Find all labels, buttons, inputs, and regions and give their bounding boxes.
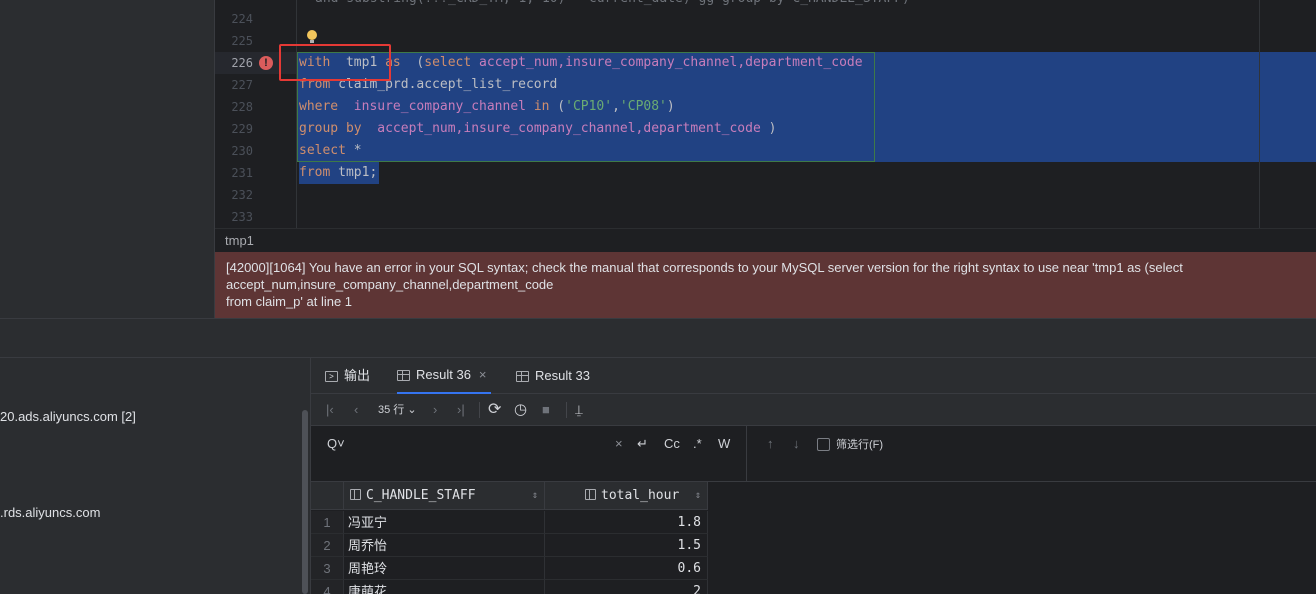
tab-result-36[interactable]: Result 36 × [397, 358, 491, 394]
table-cell[interactable]: 1.8 [545, 511, 708, 534]
filter-bar: ↑ ↓ 筛选行(F) [747, 426, 1316, 482]
match-case-button[interactable]: Cc [664, 436, 680, 451]
line-number: 228 [231, 100, 253, 114]
table-icon [397, 369, 410, 381]
table-cell[interactable]: 唐萌花 [344, 580, 545, 594]
line-number: 225 [231, 34, 253, 48]
search-bar: Q˅ × ↵ Cc .* W [311, 426, 747, 482]
last-page-icon[interactable]: ›| [457, 394, 465, 426]
column-icon [585, 489, 596, 500]
code-line-230: select * [299, 143, 362, 158]
tab-label: Result 33 [535, 368, 590, 383]
code-line-228: where insure_company_channel in ('CP10',… [299, 99, 675, 114]
console-icon: > [325, 370, 338, 382]
table-cell[interactable]: 冯亚宁 [344, 511, 545, 534]
arrow-down-icon[interactable]: ↓ [793, 436, 800, 451]
results-tabs: > 输出 Result 36 × Result 33 [311, 358, 1316, 394]
tab-result-33[interactable]: Result 33 [516, 358, 590, 394]
arrow-up-icon[interactable]: ↑ [767, 436, 774, 451]
line-gutter: 224 225 226 227 228 229 230 231 232 233 … [215, 0, 297, 228]
table-icon [516, 370, 529, 382]
prev-page-icon[interactable]: ‹ [354, 394, 358, 426]
next-page-icon[interactable]: › [433, 394, 437, 426]
panel-divider [0, 318, 1316, 358]
line-number: 229 [231, 122, 253, 136]
tab-label: Result 36 [416, 367, 471, 382]
sort-icon[interactable]: ⇕ [532, 482, 538, 510]
filter-rows-checkbox[interactable] [817, 438, 830, 451]
row-number: 3 [311, 557, 344, 580]
tab-label: 输出 [344, 368, 371, 383]
chevron-down-icon: ⌄ [407, 404, 417, 416]
lightbulb-icon[interactable] [307, 30, 317, 44]
line-number: 233 [231, 210, 253, 224]
row-count-select[interactable]: 35 行 ⌄ [378, 394, 417, 426]
breadcrumb[interactable]: tmp1 [215, 228, 1316, 252]
right-margin-guide [1259, 0, 1260, 228]
sql-error-message: [42000][1064] You have an error in your … [215, 252, 1316, 318]
table-cell[interactable]: 0.6 [545, 557, 708, 580]
line-number: 224 [231, 12, 253, 26]
column-header-c-handle-staff[interactable]: C_HANDLE_STAFF ⇕ [344, 482, 545, 510]
enter-icon[interactable]: ↵ [637, 436, 648, 452]
toolbar-separator [479, 402, 480, 418]
tree-item-rds-connection[interactable]: .rds.aliyuncs.com [0, 505, 100, 520]
services-tree[interactable]: 20.ads.aliyuncs.com [2] .rds.aliyuncs.co… [0, 358, 311, 594]
stop-icon[interactable]: ■ [542, 394, 550, 426]
table-cell[interactable]: 1.5 [545, 534, 708, 557]
code-line-223: and substring(???_CRD_TM, 1, 10) = curre… [315, 0, 910, 10]
tab-output[interactable]: > 输出 [325, 358, 370, 394]
toolbar-separator [566, 402, 567, 418]
code-line-231: from tmp1; [299, 165, 378, 180]
sql-editor[interactable]: 224 225 226 227 228 229 230 231 232 233 … [215, 0, 1316, 228]
row-number: 4 [311, 580, 344, 594]
line-number: 226 [231, 56, 253, 70]
line-number: 231 [231, 166, 253, 180]
column-icon [350, 489, 361, 500]
close-icon[interactable]: × [479, 357, 487, 393]
result-grid[interactable]: C_HANDLE_STAFF ⇕ total_hour ⇕ 1 冯亚宁 1.8 … [311, 482, 1316, 594]
pin-icon[interactable]: ⍊ [575, 394, 583, 426]
tree-item-ads-connection[interactable]: 20.ads.aliyuncs.com [2] [0, 409, 136, 424]
column-header-total-hour[interactable]: total_hour ⇕ [545, 482, 708, 510]
project-panel [0, 0, 215, 318]
reload-icon[interactable]: ⟳ [488, 394, 501, 426]
error-line-2: accept_num,insure_company_channel,depart… [226, 277, 554, 292]
tree-scrollbar[interactable] [302, 410, 308, 594]
line-number: 232 [231, 188, 253, 202]
error-line-3: from claim_p' at line 1 [226, 294, 353, 309]
line-number: 230 [231, 144, 253, 158]
error-marker-icon[interactable]: ! [259, 56, 273, 70]
filter-rows-label: 筛选行(F) [836, 439, 884, 451]
clear-icon[interactable]: × [615, 436, 623, 451]
first-page-icon[interactable]: |‹ [326, 394, 334, 426]
error-highlight-box [279, 44, 391, 81]
search-icon[interactable]: Q˅ [327, 436, 345, 451]
row-number: 2 [311, 534, 344, 557]
table-cell[interactable]: 周艳玲 [344, 557, 545, 580]
history-icon[interactable]: ◷ [514, 394, 527, 426]
sort-icon[interactable]: ⇕ [695, 482, 701, 510]
results-panel: > 输出 Result 36 × Result 33 |‹ ‹ 35 行 ⌄ ›… [311, 358, 1316, 594]
words-button[interactable]: W [718, 436, 730, 451]
error-line-1: [42000][1064] You have an error in your … [226, 260, 1183, 275]
line-number: 227 [231, 78, 253, 92]
regex-button[interactable]: .* [693, 436, 702, 451]
code-line-229: group by accept_num,insure_company_chann… [299, 121, 777, 136]
results-toolbar: |‹ ‹ 35 行 ⌄ › ›| ⟳ ◷ ■ ⍊ [311, 394, 1316, 426]
table-cell[interactable]: 周乔怡 [344, 534, 545, 557]
row-number: 1 [311, 511, 344, 534]
table-cell[interactable]: 2 [545, 580, 708, 594]
gutter-separator [296, 0, 297, 228]
row-number-header [311, 482, 344, 510]
